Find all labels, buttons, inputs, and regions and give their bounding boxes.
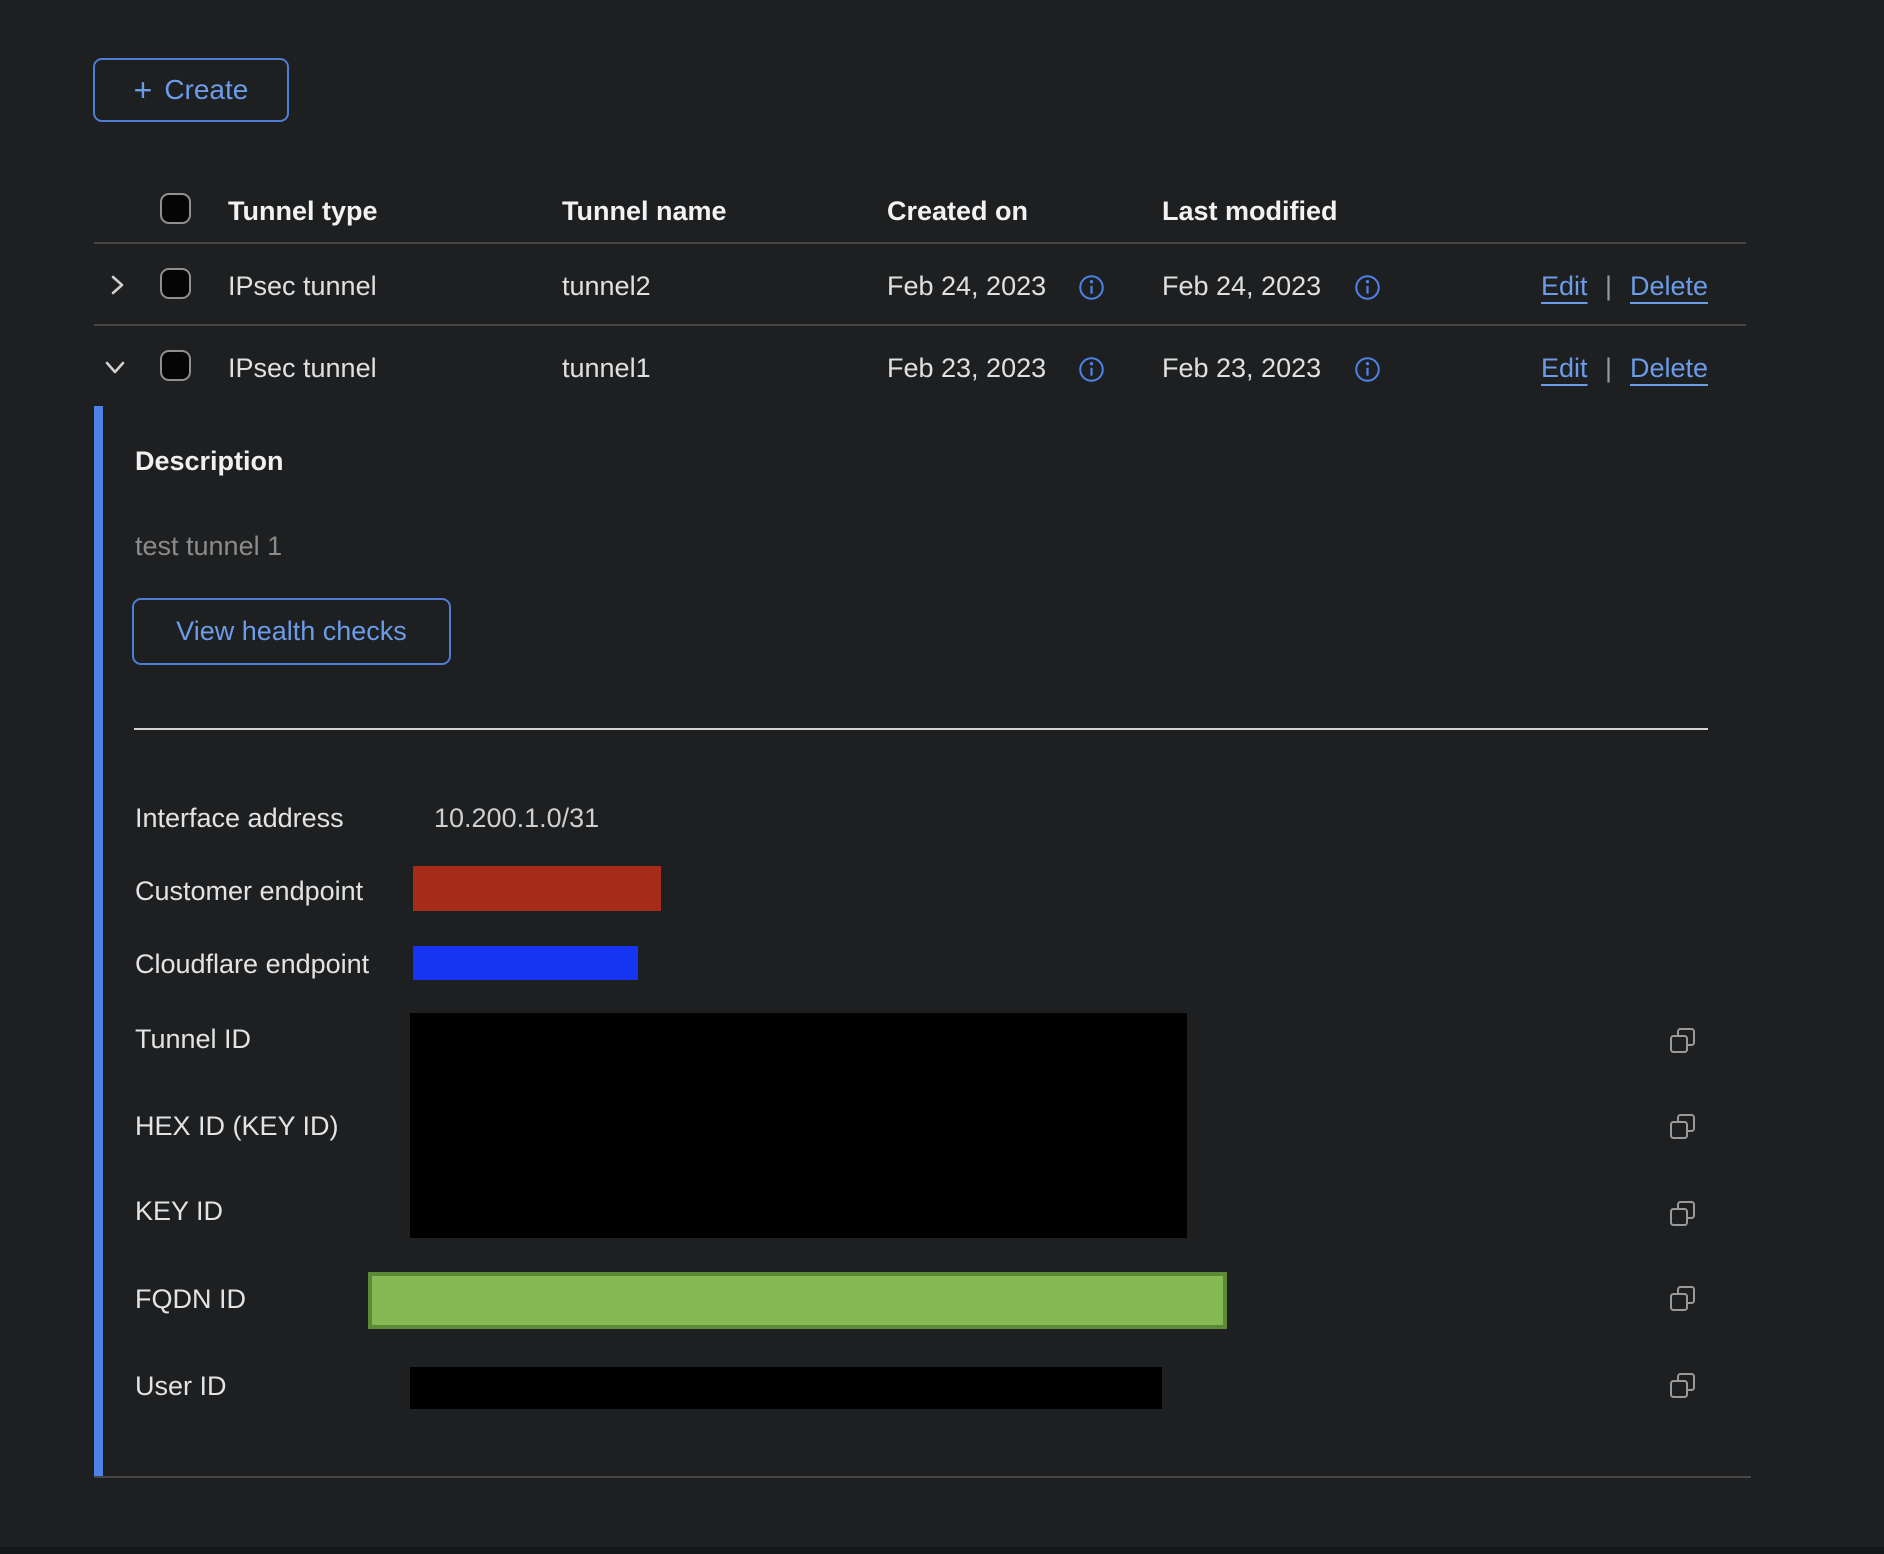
copy-icon[interactable]	[1667, 1025, 1699, 1057]
tunnel-type-cell: IPsec tunnel	[228, 271, 377, 302]
info-icon[interactable]	[1354, 356, 1381, 383]
view-health-checks-button[interactable]: View health checks	[132, 598, 451, 665]
cloudflare-endpoint-redaction	[413, 946, 638, 980]
last-modified-cell: Feb 24, 2023	[1162, 271, 1321, 302]
column-header-tunnel-type: Tunnel type	[228, 196, 378, 227]
interface-address-label: Interface address	[135, 803, 344, 834]
customer-endpoint-label: Customer endpoint	[135, 876, 363, 907]
copy-icon[interactable]	[1667, 1111, 1699, 1143]
plus-icon: +	[134, 74, 153, 106]
copy-icon[interactable]	[1667, 1370, 1699, 1402]
description-label: Description	[135, 446, 284, 477]
hex-id-label: HEX ID (KEY ID)	[135, 1111, 339, 1142]
select-all-checkbox[interactable]	[160, 193, 191, 224]
last-modified-cell: Feb 23, 2023	[1162, 353, 1321, 384]
tunnel-id-label: Tunnel ID	[135, 1024, 251, 1055]
info-icon[interactable]	[1354, 274, 1381, 301]
create-button-label: Create	[164, 74, 248, 106]
delete-link[interactable]: Delete	[1630, 271, 1708, 302]
key-id-label: KEY ID	[135, 1196, 223, 1227]
interface-address-value: 10.200.1.0/31	[434, 803, 599, 834]
info-icon[interactable]	[1078, 356, 1105, 383]
copy-icon[interactable]	[1667, 1198, 1699, 1230]
action-separator: |	[1605, 271, 1612, 302]
edit-link[interactable]: Edit	[1541, 271, 1588, 302]
row-divider	[94, 324, 1746, 326]
fqdn-id-label: FQDN ID	[135, 1284, 246, 1315]
row-checkbox[interactable]	[160, 268, 191, 299]
tunnels-page: + Create Tunnel type Tunnel name Created…	[0, 0, 1884, 1554]
table-bottom-border	[94, 1476, 1751, 1478]
bottom-edge-strip	[0, 1547, 1884, 1554]
user-id-redaction	[410, 1367, 1162, 1409]
row-checkbox[interactable]	[160, 350, 191, 381]
copy-icon[interactable]	[1667, 1283, 1699, 1315]
customer-endpoint-redaction	[413, 866, 661, 911]
description-value: test tunnel 1	[135, 531, 282, 562]
chevron-down-icon[interactable]	[101, 353, 129, 381]
tunnel-name-cell: tunnel2	[562, 271, 651, 302]
user-id-label: User ID	[135, 1371, 227, 1402]
column-header-created-on: Created on	[887, 196, 1028, 227]
section-divider	[134, 728, 1708, 730]
view-health-checks-label: View health checks	[176, 616, 407, 647]
delete-link[interactable]: Delete	[1630, 353, 1708, 384]
created-on-cell: Feb 24, 2023	[887, 271, 1046, 302]
action-separator: |	[1605, 353, 1612, 384]
ids-redaction	[410, 1013, 1187, 1238]
tunnel-name-cell: tunnel1	[562, 353, 651, 384]
column-header-last-modified: Last modified	[1162, 196, 1338, 227]
expanded-row-accent-bar	[94, 406, 103, 1477]
tunnel-type-cell: IPsec tunnel	[228, 353, 377, 384]
edit-link[interactable]: Edit	[1541, 353, 1588, 384]
cloudflare-endpoint-label: Cloudflare endpoint	[135, 949, 369, 980]
fqdn-id-redaction	[368, 1272, 1227, 1329]
created-on-cell: Feb 23, 2023	[887, 353, 1046, 384]
info-icon[interactable]	[1078, 274, 1105, 301]
header-divider	[94, 242, 1746, 244]
create-button[interactable]: + Create	[93, 58, 289, 122]
column-header-tunnel-name: Tunnel name	[562, 196, 727, 227]
chevron-right-icon[interactable]	[103, 271, 131, 299]
